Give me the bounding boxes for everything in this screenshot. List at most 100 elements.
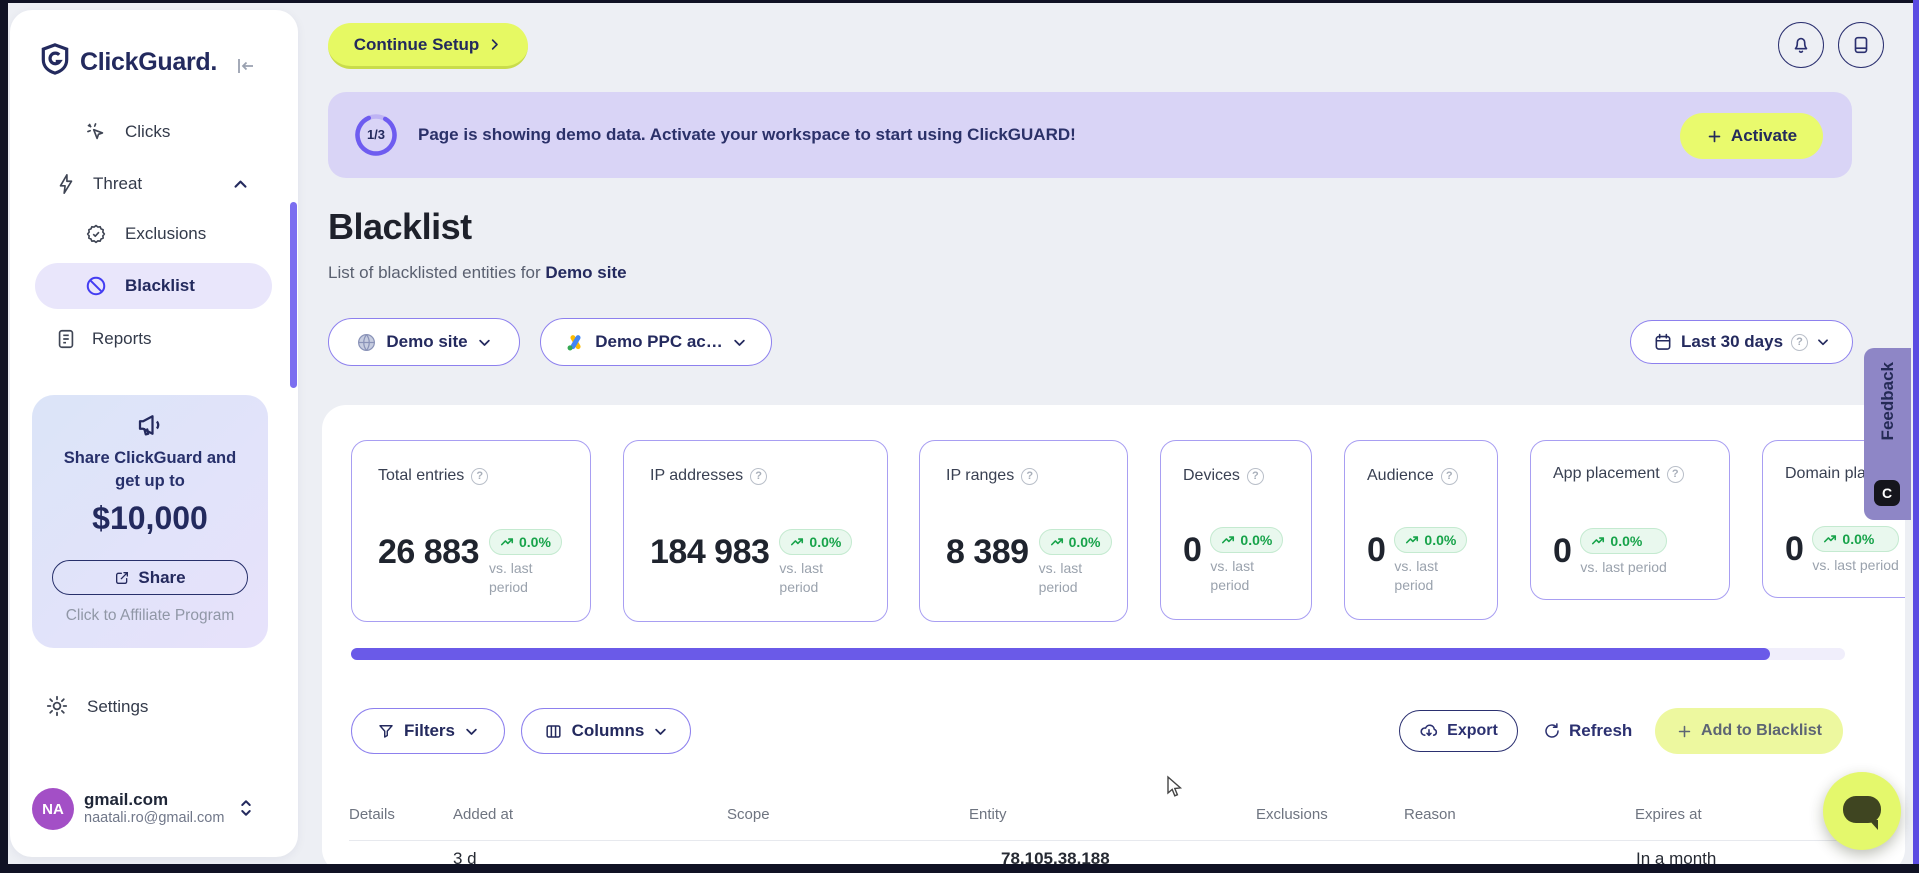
stat-label: App placement <box>1553 465 1660 482</box>
notifications-button[interactable] <box>1778 22 1824 68</box>
subtitle-site-name: Demo site <box>545 263 627 282</box>
help-icon[interactable]: ? <box>1246 467 1264 485</box>
refresh-icon <box>1543 722 1561 740</box>
app-root: ClickGuard. Clicks Threat Exclusions Bla… <box>0 0 1919 873</box>
demo-data-banner: 1/3 Page is showing demo data. Activate … <box>328 92 1852 178</box>
ppc-account-selector[interactable]: Demo PPC ac… <box>540 318 772 366</box>
filters-button[interactable]: Filters <box>351 708 505 754</box>
window-left-edge <box>0 0 8 873</box>
table-header-divider <box>349 840 1845 841</box>
help-icon[interactable]: ? <box>1440 467 1458 485</box>
stat-value: 8 389 <box>946 533 1029 572</box>
column-header-added-at: Added at <box>453 806 514 823</box>
page-subtitle: List of blacklisted entities for Demo si… <box>328 263 627 283</box>
help-icon[interactable]: ? <box>750 467 768 485</box>
share-button-label: Share <box>138 567 186 587</box>
sidebar-item-label: Clicks <box>125 122 171 141</box>
sidebar: ClickGuard. Clicks Threat Exclusions Bla… <box>10 10 298 857</box>
window-right-scrollbar[interactable] <box>1913 0 1919 873</box>
column-header-details: Details <box>349 806 395 823</box>
sidebar-scrollbar[interactable] <box>290 202 297 388</box>
continue-setup-button[interactable]: Continue Setup <box>328 23 528 69</box>
plus-icon <box>1706 128 1723 145</box>
collapse-sidebar-icon[interactable] <box>232 54 256 78</box>
sidebar-item-label: Settings <box>87 697 149 716</box>
date-range-value: Last 30 days <box>1680 332 1784 351</box>
feedback-tab[interactable]: Feedback C <box>1864 348 1911 520</box>
column-header-reason: Reason <box>1404 806 1456 823</box>
affiliate-caption: Click to Affiliate Program <box>65 607 235 624</box>
help-icon[interactable]: ? <box>471 467 489 485</box>
chevron-right-icon <box>487 37 502 52</box>
sidebar-item-exclusions[interactable]: Exclusions <box>10 220 298 254</box>
bell-icon <box>1790 34 1812 56</box>
add-to-blacklist-label: Add to Blacklist <box>1701 722 1822 739</box>
help-icon[interactable]: ? <box>1021 467 1039 485</box>
columns-icon <box>544 722 563 741</box>
trending-up-icon <box>1222 536 1235 544</box>
stat-label: Devices <box>1183 467 1240 484</box>
window-bottom-edge <box>0 864 1919 873</box>
docs-button[interactable] <box>1838 22 1884 68</box>
delta-badge: 0.0% <box>1038 529 1112 556</box>
chevron-down-icon <box>477 335 492 350</box>
activate-button[interactable]: Activate <box>1680 113 1823 159</box>
feedback-label: Feedback <box>1878 362 1897 441</box>
mouse-cursor <box>1162 775 1186 801</box>
trending-up-icon <box>1050 538 1063 546</box>
stat-value: 0 <box>1183 531 1202 570</box>
filters-label: Filters <box>403 721 456 740</box>
stat-label: Audience <box>1367 467 1434 484</box>
progress-step: 1/3 <box>366 127 386 142</box>
chat-launcher-button[interactable] <box>1823 772 1901 850</box>
delta-caption: vs. last period <box>1210 558 1254 594</box>
add-to-blacklist-button[interactable]: Add to Blacklist <box>1655 708 1843 754</box>
chevron-down-icon <box>653 724 668 739</box>
chat-bubble-icon <box>1843 795 1881 830</box>
google-ads-icon <box>565 332 586 353</box>
delta-caption: vs. last period <box>1394 558 1438 594</box>
delta-badge: 0.0% <box>1580 528 1667 555</box>
cards-scrollbar-thumb[interactable] <box>351 648 1770 660</box>
clickguard-mark-icon: C <box>1874 480 1900 506</box>
document-icon <box>55 328 77 350</box>
column-header-expires-at: Expires at <box>1635 806 1702 823</box>
chevron-down-icon <box>732 335 747 350</box>
affiliate-promo-card[interactable]: Share ClickGuard and get up to $10,000 S… <box>32 395 268 648</box>
user-account-menu[interactable]: NA gmail.com naatali.ro@gmail.com <box>10 780 298 840</box>
columns-button[interactable]: Columns <box>521 708 691 754</box>
export-button[interactable]: Export <box>1399 710 1518 752</box>
stat-label: Total entries <box>378 467 465 484</box>
user-email: naatali.ro@gmail.com <box>84 810 225 826</box>
sidebar-item-settings[interactable]: Settings <box>10 692 298 726</box>
sidebar-item-label: Reports <box>92 329 152 348</box>
refresh-button[interactable]: Refresh <box>1543 710 1632 752</box>
chevron-down-icon <box>464 724 479 739</box>
logo-text: ClickGuard. <box>80 48 218 76</box>
sidebar-item-threat[interactable]: Threat <box>10 170 298 204</box>
window-top-edge <box>0 0 1919 3</box>
lightning-icon <box>55 173 77 195</box>
cloud-download-icon <box>1419 721 1439 741</box>
help-icon[interactable]: ? <box>1791 333 1809 351</box>
chevron-up-icon[interactable] <box>232 176 249 193</box>
stat-card-devices: Devices? 0 0.0% vs. last period <box>1160 440 1312 620</box>
chevron-up-down-icon <box>237 796 255 820</box>
ban-icon <box>85 275 107 297</box>
sidebar-item-clicks[interactable]: Clicks <box>10 118 298 152</box>
chevron-down-icon <box>1816 335 1830 349</box>
stat-card-total-entries: Total entries? 26 883 0.0% vs. last peri… <box>351 440 591 622</box>
delta-badge: 0.0% <box>489 529 562 556</box>
delta-caption: vs. last period <box>779 560 823 596</box>
book-icon <box>1850 34 1872 56</box>
stat-value: 0 <box>1553 532 1572 571</box>
help-icon[interactable]: ? <box>1666 465 1684 483</box>
delta-caption: vs. last period <box>1038 560 1083 596</box>
site-selector[interactable]: Demo site <box>328 318 520 366</box>
share-button[interactable]: Share <box>52 560 248 595</box>
sidebar-item-blacklist[interactable]: Blacklist <box>35 263 272 309</box>
badge-check-icon <box>85 223 107 245</box>
trending-up-icon <box>1592 537 1605 545</box>
date-range-selector[interactable]: Last 30 days ? <box>1630 320 1853 364</box>
sidebar-item-reports[interactable]: Reports <box>10 325 298 359</box>
